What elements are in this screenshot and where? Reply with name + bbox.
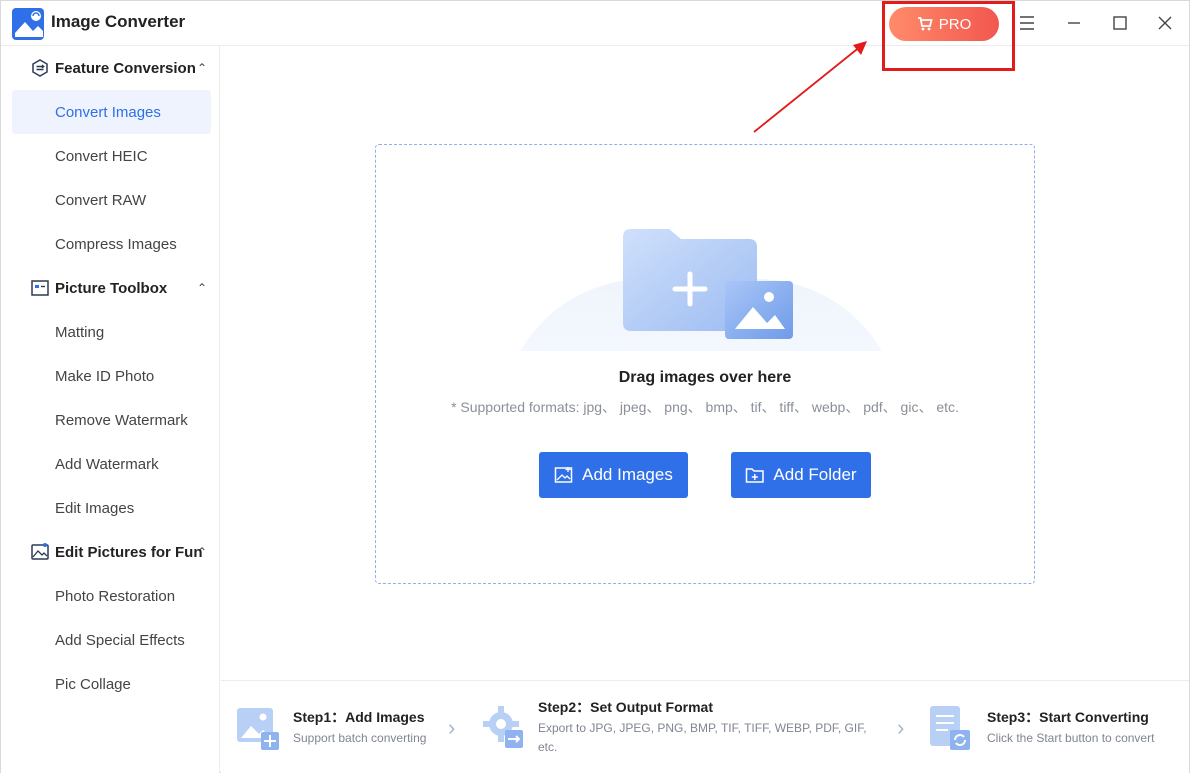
- app-window: Image Converter PRO Feature Conversion ⌃…: [0, 0, 1190, 773]
- step1-desc: Support batch converting: [293, 731, 427, 745]
- step2-title: Step2：Set Output Format: [538, 699, 714, 715]
- step3-title: Step3：Start Converting: [987, 709, 1149, 725]
- convert-icon: [32, 59, 48, 77]
- add-images-button[interactable]: Add Images: [539, 452, 688, 498]
- add-folder-label: Add Folder: [773, 465, 857, 484]
- add-folder-button[interactable]: Add Folder: [731, 452, 871, 498]
- sidebar-item-compress-images[interactable]: Compress Images: [12, 222, 211, 266]
- minimize-icon[interactable]: [1062, 11, 1086, 35]
- group-label: Picture Toolbox: [55, 279, 168, 297]
- close-icon[interactable]: [1153, 11, 1177, 35]
- chevron-right-icon: ›: [448, 715, 456, 740]
- sidebar-item-remove-watermark[interactable]: Remove Watermark: [12, 398, 211, 442]
- step2-desc: Export to JPG, JPEG, PNG, BMP, TIF, TIFF…: [538, 721, 867, 754]
- annotation-arrow-icon: [753, 41, 867, 133]
- sidebar-item-convert-images[interactable]: Convert Images: [12, 90, 211, 134]
- group-label: Edit Pictures for Fun: [55, 543, 203, 561]
- chevron-up-icon: ⌃: [197, 545, 208, 559]
- sidebar-item-convert-heic[interactable]: Convert HEIC: [12, 134, 211, 178]
- step3-convert-icon: [930, 706, 970, 750]
- sidebar-item-photo-restoration[interactable]: Photo Restoration: [12, 574, 211, 618]
- sidebar-item-matting[interactable]: Matting: [12, 310, 211, 354]
- sidebar-item-convert-raw[interactable]: Convert RAW: [12, 178, 211, 222]
- add-folder-icon: [746, 468, 765, 483]
- app-logo-icon: [12, 8, 44, 40]
- chevron-right-icon: ›: [897, 715, 905, 740]
- sidebar-item-make-id-photo[interactable]: Make ID Photo: [12, 354, 211, 398]
- drop-zone-title: Drag images over here: [618, 369, 792, 386]
- app-title: Image Converter: [51, 12, 186, 31]
- add-image-icon: [554, 467, 573, 483]
- menu-icon[interactable]: [1015, 11, 1039, 35]
- sidebar-item-add-special-effects[interactable]: Add Special Effects: [12, 618, 211, 662]
- highlight-box: [882, 1, 1015, 71]
- sidebar-item-add-watermark[interactable]: Add Watermark: [12, 442, 211, 486]
- chevron-up-icon: ⌃: [197, 61, 208, 75]
- sidebar-item-pic-collage[interactable]: Pic Collage: [12, 662, 211, 706]
- group-edit-pictures-for-fun[interactable]: Edit Pictures for Fun ⌃: [1, 537, 220, 567]
- maximize-icon[interactable]: [1108, 11, 1132, 35]
- step1-add-images-icon: [237, 708, 279, 750]
- sidebar: Feature Conversion ⌃ Convert Images Conv…: [1, 46, 220, 773]
- step3-desc: Click the Start button to convert: [987, 731, 1155, 745]
- step2-settings-icon: [483, 706, 523, 748]
- group-picture-toolbox[interactable]: Picture Toolbox ⌃: [1, 273, 220, 303]
- chevron-up-icon: ⌃: [197, 281, 208, 295]
- step1-title: Step1：Add Images: [293, 709, 425, 725]
- folder-add-icon: [623, 229, 793, 339]
- add-images-label: Add Images: [582, 465, 673, 484]
- fun-picture-icon: [31, 543, 49, 560]
- group-label: Feature Conversion: [55, 59, 196, 77]
- supported-formats: * Supported formats: jpg、 jpeg、 png、 bmp…: [451, 399, 959, 415]
- group-feature-conversion[interactable]: Feature Conversion ⌃: [1, 53, 220, 83]
- sidebar-item-edit-images[interactable]: Edit Images: [12, 486, 211, 530]
- toolbox-icon: [31, 280, 49, 296]
